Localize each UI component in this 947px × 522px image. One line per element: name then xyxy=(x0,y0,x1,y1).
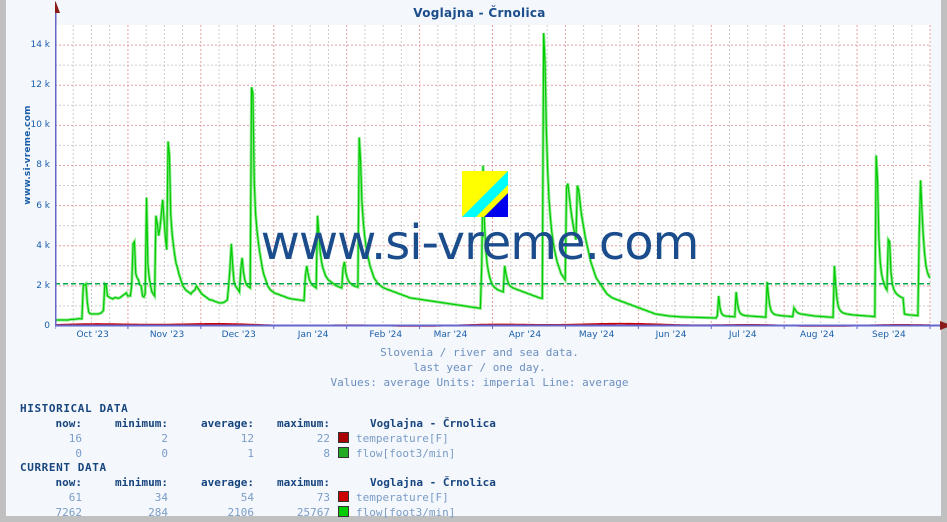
caption-line-3: Values: average Units: imperial Line: av… xyxy=(330,376,629,389)
table-row: 16 2 12 22 temperature[F] xyxy=(20,431,496,446)
table-row: 0 0 1 8 flow[foot3/min] xyxy=(20,446,496,461)
data-cell: 22 xyxy=(316,432,330,445)
y-axis-tick-label: 4 k xyxy=(36,240,50,251)
header-swatch-spacer xyxy=(330,475,356,490)
series-label: temperature[F] xyxy=(356,491,449,504)
data-cell: 25767 xyxy=(296,506,330,519)
x-axis-tick-label: Jun '24 xyxy=(655,330,687,340)
x-axis-tick-label: May '24 xyxy=(578,330,615,340)
x-axis-tick-label: Mar '24 xyxy=(433,330,468,340)
column-header: minimum: xyxy=(115,476,168,489)
series-label: temperature[F] xyxy=(356,432,449,445)
swatch-square xyxy=(337,506,349,517)
x-axis-tick-label: Oct '23 xyxy=(76,330,109,340)
data-cell: 7262 xyxy=(55,506,83,519)
data-cell: 8 xyxy=(323,447,330,460)
y-axis-tick-label: 2 k xyxy=(36,280,50,291)
station-name-header: Voglajna - Črnolica xyxy=(370,417,496,430)
data-cell: 54 xyxy=(240,491,254,504)
swatch-square xyxy=(337,447,349,458)
chart-caption: Slovenia / river and sea data. last year… xyxy=(6,345,947,390)
y-axis-tick-label: 8 k xyxy=(36,160,50,171)
column-header: maximum: xyxy=(277,476,330,489)
x-axis-tick-label: Nov '23 xyxy=(149,330,185,340)
table-header-row: now: minimum: average: maximum: Voglajna - Č… xyxy=(20,416,496,431)
series-label: flow[foot3/min] xyxy=(356,506,456,519)
data-cell: 1 xyxy=(247,447,254,460)
column-header: now: xyxy=(55,417,83,430)
data-section-title: CURRENT DATA xyxy=(20,461,107,474)
data-cell: 73 xyxy=(316,491,330,504)
series-color-swatch xyxy=(330,490,356,505)
x-axis-tick-label: Jul '24 xyxy=(728,330,757,340)
data-tables: HISTORICAL DATA now: minimum: average: maxim… xyxy=(20,402,520,520)
y-axis-tick-label: 12 k xyxy=(30,80,50,91)
x-axis-tick-label: Dec '23 xyxy=(221,330,256,340)
series-color-swatch xyxy=(330,431,356,446)
data-cell: 16 xyxy=(68,432,82,445)
x-axis-tick-label: Jan '24 xyxy=(297,330,329,340)
plot-svg xyxy=(55,1,947,330)
y-axis-labels: 0 2 k 4 k 6 k 8 k 10 k 12 k 14 k xyxy=(6,25,50,331)
column-header: average: xyxy=(201,417,254,430)
x-axis-tick-label: Feb '24 xyxy=(369,330,403,340)
column-header: average: xyxy=(201,476,254,489)
data-table: now: minimum: average: maximum: Voglajna - Č… xyxy=(20,475,496,520)
data-cell: 2 xyxy=(161,432,168,445)
x-axis-tick-label: Sep '24 xyxy=(872,330,906,340)
x-axis-labels: Oct '23 Nov '23 Dec '23 Jan '24 Feb '24 Mar '… xyxy=(55,330,930,346)
y-axis-tick-label: 14 k xyxy=(30,40,50,51)
table-header-row: now: minimum: average: maximum: Voglajna - Č… xyxy=(20,475,496,490)
y-axis-tick-label: 0 xyxy=(44,321,50,331)
x-axis-tick-label: Apr '24 xyxy=(508,330,542,340)
y-axis-tick-label: 6 k xyxy=(36,200,50,211)
series-color-swatch xyxy=(330,505,356,520)
data-cell: 34 xyxy=(154,491,168,504)
data-section-title: HISTORICAL DATA xyxy=(20,402,129,415)
swatch-square xyxy=(337,491,349,502)
x-axis-tick-label: Aug '24 xyxy=(799,330,835,340)
series-label: flow[foot3/min] xyxy=(356,447,456,460)
series-color-swatch xyxy=(330,446,356,461)
data-cell: 284 xyxy=(148,506,168,519)
data-cell: 2106 xyxy=(227,506,255,519)
data-cell: 0 xyxy=(75,447,82,460)
caption-line-1: Slovenia / river and sea data. xyxy=(380,346,579,359)
header-swatch-spacer xyxy=(330,416,356,431)
caption-line-2: last year / one day. xyxy=(413,361,546,374)
data-cell: 0 xyxy=(161,447,168,460)
station-name-header: Voglajna - Črnolica xyxy=(370,476,496,489)
table-row: 61 34 54 73 temperature[F] xyxy=(20,490,496,505)
data-table: now: minimum: average: maximum: Voglajna - Č… xyxy=(20,416,496,461)
table-row: 7262 284 2106 25767 flow[foot3/min] xyxy=(20,505,496,520)
swatch-square xyxy=(337,432,349,443)
data-cell: 12 xyxy=(240,432,254,445)
column-header: maximum: xyxy=(277,417,330,430)
y-axis-tick-label: 10 k xyxy=(30,120,50,131)
column-header: now: xyxy=(55,476,83,489)
chart-frame: Voglajna - Črnolica www.si-vreme.com 02 … xyxy=(0,0,947,522)
column-header: minimum: xyxy=(115,417,168,430)
data-cell: 61 xyxy=(68,491,82,504)
si-vreme-logo-icon xyxy=(462,171,508,217)
